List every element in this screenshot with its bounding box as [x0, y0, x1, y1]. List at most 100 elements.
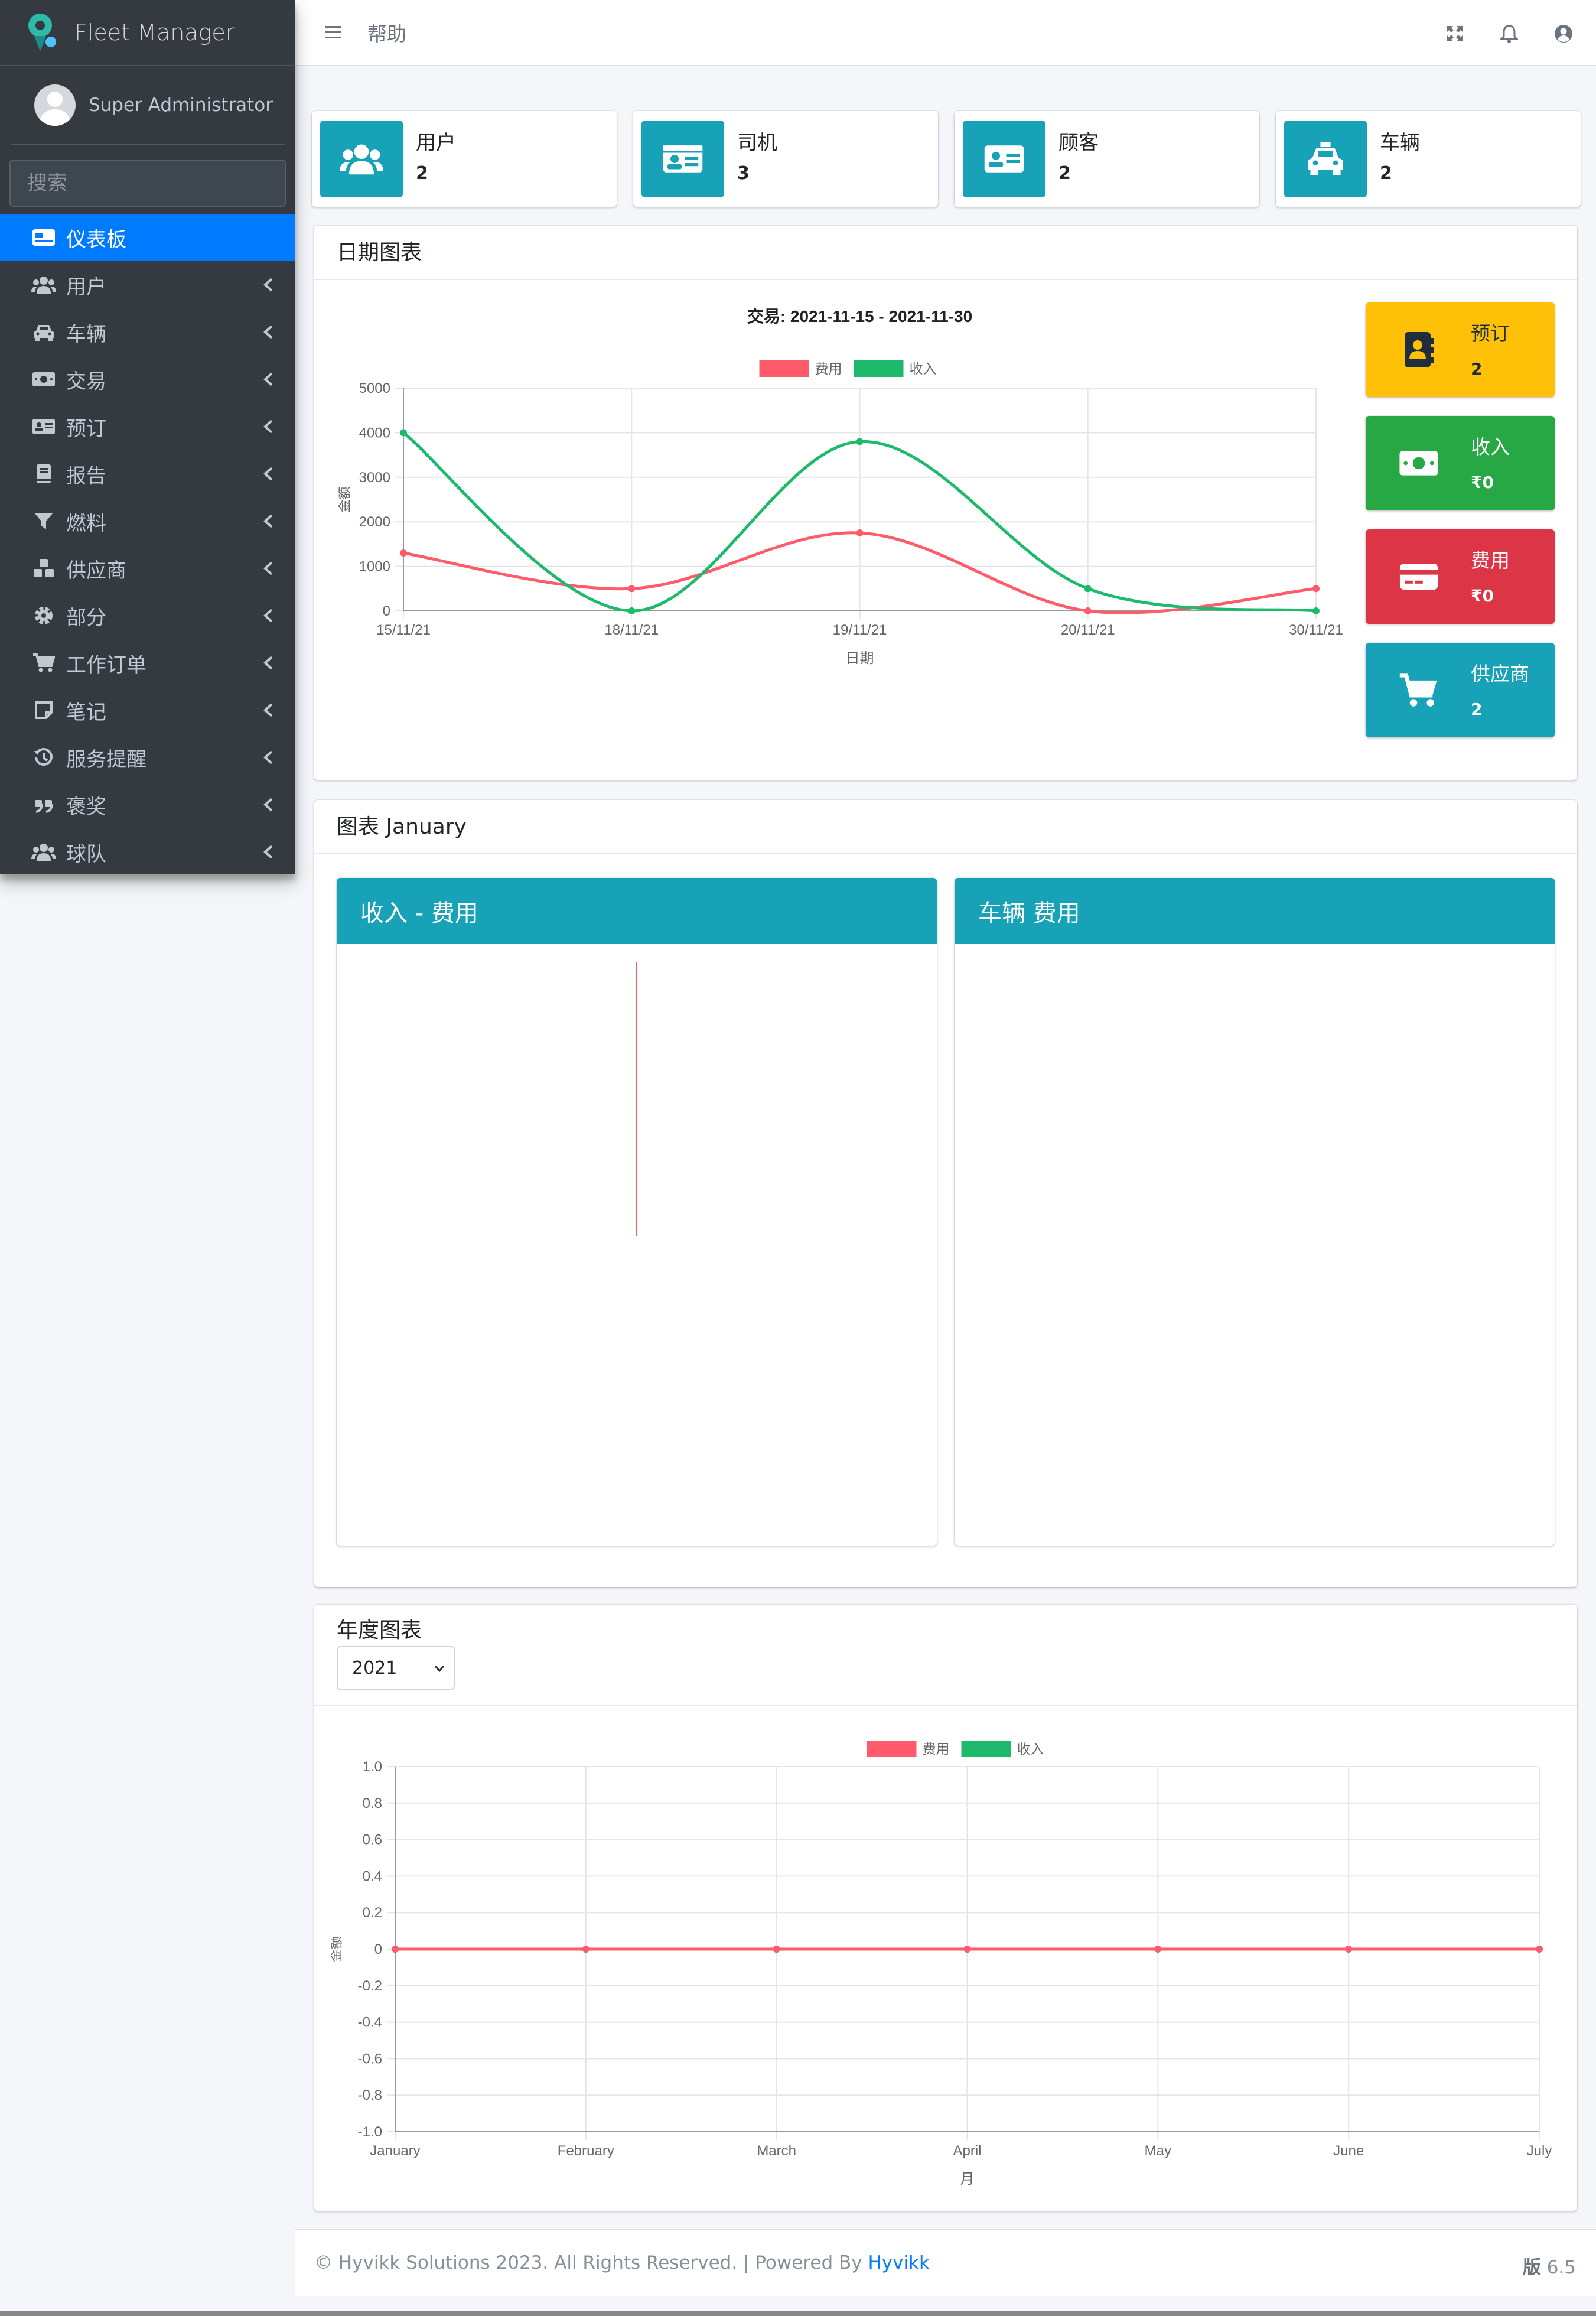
x-tick-label: April	[953, 2143, 981, 2159]
data-point	[1084, 585, 1092, 593]
x-tick-label: May	[1145, 2143, 1171, 2159]
small-box-income[interactable]: 收入 ₹0	[1366, 416, 1555, 510]
user-circle-icon[interactable]	[1551, 21, 1576, 46]
y-axis-label: 金额	[331, 1936, 344, 1962]
info-box-vehicles[interactable]: 车辆 2	[1276, 111, 1581, 207]
sidebar-item-vendors[interactable]: 供应商	[0, 545, 295, 592]
help-link[interactable]: 帮助	[367, 18, 406, 47]
sidebar-item-label: 车辆	[66, 322, 106, 346]
legend-label: 收入	[910, 361, 937, 376]
year-select[interactable]: 2021	[337, 1646, 455, 1690]
footer-copyright: © Hyvikk Solutions 2023. All Rights Rese…	[314, 2252, 868, 2273]
footer-link[interactable]: Hyvikk	[868, 2252, 930, 2273]
money-bill-icon	[1395, 440, 1442, 487]
info-box-users[interactable]: 用户 2	[312, 111, 617, 207]
sidebar-item-vehicles[interactable]: 车辆	[0, 308, 295, 356]
sidebar-item-testimonials[interactable]: 褒奖	[0, 781, 295, 828]
x-tick-label: 18/11/21	[604, 622, 659, 638]
cubes-icon	[31, 557, 57, 580]
quote-icon	[31, 793, 57, 817]
x-tick-label: 15/11/21	[376, 622, 431, 638]
y-tick-label: 4000	[359, 425, 390, 441]
sticky-note-icon	[31, 698, 57, 722]
id-card-icon	[31, 415, 57, 438]
data-point	[773, 1946, 780, 1953]
search-input[interactable]	[11, 161, 285, 206]
hamburger-menu-icon[interactable]	[324, 23, 343, 42]
data-point	[856, 438, 864, 445]
chevron-left-icon	[263, 750, 273, 765]
small-box-value: ₹0	[1471, 586, 1494, 606]
customer-card-icon	[963, 121, 1045, 197]
sidebar-item-label: 用户	[66, 275, 106, 299]
vehicle-expense-title: 车辆 费用	[955, 878, 1555, 944]
sidebar-item-label: 部分	[66, 606, 106, 630]
users-icon	[31, 273, 57, 297]
chevron-left-icon	[263, 278, 273, 292]
chevron-left-icon	[263, 656, 273, 670]
data-point	[856, 529, 864, 537]
sidebar-item-label: 球队	[66, 842, 106, 866]
sidebar-item-label: 供应商	[66, 558, 126, 583]
small-box-vendors[interactable]: 供应商 2	[1366, 643, 1555, 737]
user-panel[interactable]: Super Administrator	[11, 66, 285, 145]
sidebar-item-dashboard[interactable]: 仪表板	[0, 214, 295, 261]
small-box-expense[interactable]: 费用 ₹0	[1366, 529, 1555, 624]
chart-title: 交易: 2021-11-15 - 2021-11-30	[747, 307, 972, 326]
small-box-label: 收入	[1471, 435, 1510, 458]
y-tick-label: -0.8	[358, 2087, 382, 2103]
sidebar-item-reports[interactable]: 报告	[0, 450, 295, 497]
data-point	[1154, 1946, 1162, 1953]
brand[interactable]: Fleet Manager	[0, 0, 295, 66]
small-box-bookings[interactable]: 预订 2	[1366, 302, 1555, 397]
info-box-drivers[interactable]: 司机 3	[633, 111, 938, 207]
small-box-label: 预订	[1471, 322, 1510, 345]
sidebar-item-notes[interactable]: 笔记	[0, 687, 295, 734]
data-point	[1312, 585, 1320, 593]
bell-icon[interactable]	[1497, 21, 1522, 46]
data-point	[963, 1946, 971, 1953]
x-tick-label: March	[757, 2143, 796, 2159]
x-tick-label: July	[1527, 2143, 1552, 2159]
version-number: 6.5	[1546, 2257, 1576, 2278]
chevron-left-icon	[263, 798, 273, 812]
sidebar-item-bookings[interactable]: 预订	[0, 403, 295, 450]
y-tick-label: 0.2	[363, 1905, 382, 1921]
chevron-left-icon	[263, 514, 273, 528]
avatar	[34, 84, 76, 126]
brand-logo-icon	[28, 14, 56, 51]
data-point	[628, 585, 636, 593]
info-box-value: 3	[737, 163, 750, 184]
sidebar-item-work-orders[interactable]: 工作订单	[0, 639, 295, 687]
cart-icon	[1395, 666, 1442, 714]
sidebar-item-users[interactable]: 用户	[0, 261, 295, 308]
user-name[interactable]: Super Administrator	[89, 95, 273, 116]
sidebar-item-team[interactable]: 球队	[0, 828, 295, 876]
version-label: 版	[1522, 2257, 1541, 2278]
sidebar-item-parts[interactable]: 部分	[0, 592, 295, 639]
sidebar-item-fuel[interactable]: 燃料	[0, 497, 295, 545]
address-book-icon	[1395, 326, 1442, 373]
money-icon	[31, 367, 57, 391]
footer: © Hyvikk Solutions 2023. All Rights Rese…	[295, 2229, 1596, 2296]
sidebar-item-service-reminders[interactable]: 服务提醒	[0, 734, 295, 781]
sidebar-item-label: 褒奖	[66, 795, 106, 819]
fullscreen-icon[interactable]	[1442, 21, 1467, 46]
info-box-customers[interactable]: 顾客 2	[955, 111, 1259, 207]
data-point	[1345, 1946, 1353, 1953]
y-tick-label: 0	[383, 603, 390, 619]
x-tick-label: 20/11/21	[1061, 622, 1115, 638]
sidebar-item-label: 报告	[66, 464, 106, 488]
brand-name: Fleet Manager	[74, 19, 235, 45]
small-box-label: 费用	[1471, 549, 1510, 572]
dashboard-icon	[31, 226, 57, 249]
income-expense-card: 收入 - 费用	[337, 878, 937, 1546]
topbar: 帮助	[295, 0, 1596, 66]
sidebar-item-transactions[interactable]: 交易	[0, 356, 295, 403]
y-tick-label: 0	[374, 1941, 382, 1957]
data-point	[582, 1946, 589, 1953]
info-box-label: 用户	[416, 131, 456, 155]
info-box-label: 车辆	[1380, 131, 1420, 155]
y-axis-label: 金额	[337, 486, 352, 512]
credit-card-icon	[1395, 553, 1442, 600]
